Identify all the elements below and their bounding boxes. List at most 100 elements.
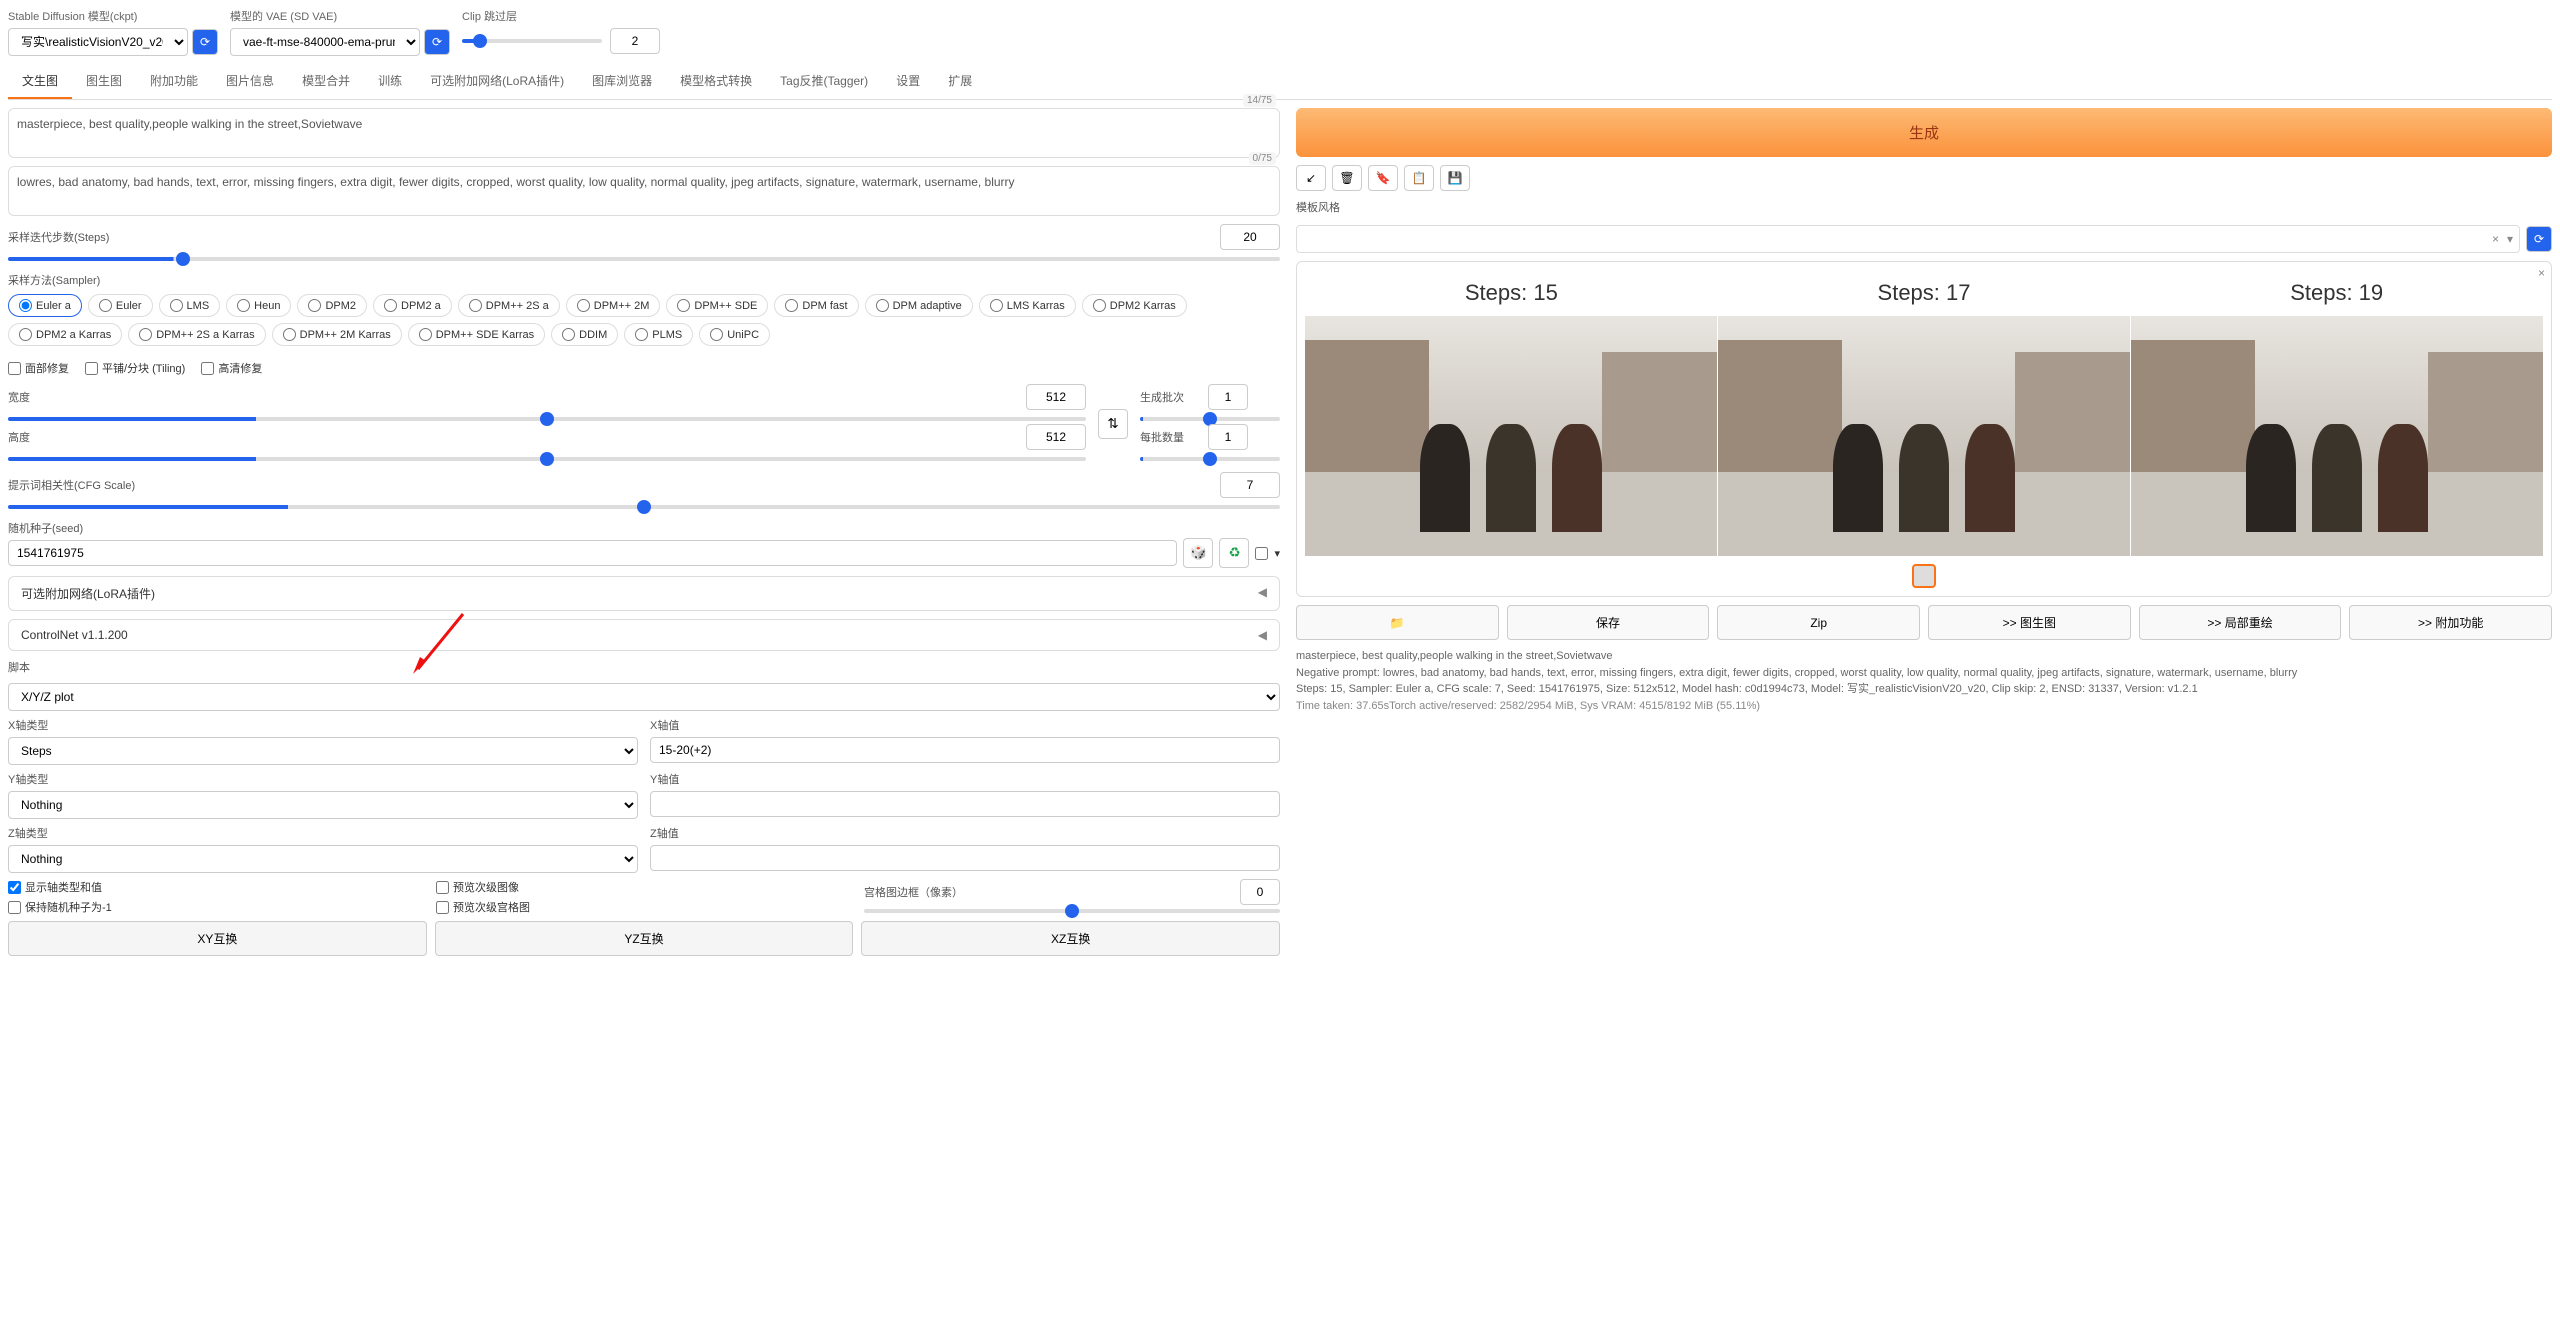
batch-count-slider[interactable] (1140, 417, 1280, 421)
margin-slider[interactable] (864, 909, 1280, 913)
refresh-vae-icon[interactable]: ⟳ (424, 29, 450, 55)
width-slider[interactable] (8, 417, 1086, 421)
width-value[interactable] (1026, 384, 1086, 410)
tab-lora[interactable]: 可选附加网络(LoRA插件) (416, 64, 578, 99)
sampler-lmskarras[interactable]: LMS Karras (979, 294, 1076, 317)
output-grid-image[interactable]: Steps: 15 Steps: 17 Steps: 19 (1305, 270, 2543, 556)
tab-tagger[interactable]: Tag反推(Tagger) (766, 64, 882, 99)
swap-dims-button[interactable]: ⇅ (1098, 409, 1128, 439)
steps-slider[interactable] (8, 257, 1280, 261)
sampler-lms[interactable]: LMS (159, 294, 221, 317)
z-type-select[interactable]: Nothing (8, 845, 638, 873)
generate-button[interactable]: 生成 (1296, 108, 2552, 157)
sampler-dpmpp2mkarras[interactable]: DPM++ 2M Karras (272, 323, 402, 346)
sampler-dpm2akarras[interactable]: DPM2 a Karras (8, 323, 122, 346)
refresh-ckpt-icon[interactable]: ⟳ (192, 29, 218, 55)
preview-sub-check[interactable]: 预览次级图像 (436, 879, 852, 895)
steps-value[interactable] (1220, 224, 1280, 250)
sampler-unipc[interactable]: UniPC (699, 323, 770, 346)
tab-extensions[interactable]: 扩展 (934, 64, 986, 99)
extra-seed-check[interactable] (1255, 547, 1268, 560)
positive-prompt[interactable]: masterpiece, best quality,people walking… (8, 108, 1280, 158)
controlnet-accordion[interactable]: ControlNet v1.1.200◀ (8, 619, 1280, 651)
close-icon[interactable]: × (2538, 266, 2545, 280)
main-tabs: 文生图 图生图 附加功能 图片信息 模型合并 训练 可选附加网络(LoRA插件)… (8, 64, 2552, 100)
batch-size-slider[interactable] (1140, 457, 1280, 461)
height-value[interactable] (1026, 424, 1086, 450)
cfg-slider[interactable] (8, 505, 1280, 509)
x-val-input[interactable] (650, 737, 1280, 763)
clipboard-icon[interactable]: 📋 (1404, 165, 1434, 191)
hires-check[interactable]: 高清修复 (201, 360, 262, 376)
preview-grid-check[interactable]: 预览次级宫格图 (436, 899, 852, 915)
clip-value[interactable] (610, 28, 660, 54)
sampler-dpmppsde[interactable]: DPM++ SDE (666, 294, 768, 317)
folder-button[interactable]: 📁 (1296, 605, 1499, 640)
save-icon[interactable]: 💾 (1440, 165, 1470, 191)
dice-icon[interactable]: 🎲 (1183, 538, 1213, 568)
x-type-select[interactable]: Steps (8, 737, 638, 765)
sampler-dpmpp2sakarras[interactable]: DPM++ 2S a Karras (128, 323, 265, 346)
show-labels-check[interactable]: 显示轴类型和值 (8, 879, 424, 895)
clip-slider[interactable] (462, 39, 602, 43)
sampler-dpmpp2m[interactable]: DPM++ 2M (566, 294, 661, 317)
sampler-dpmpp2sa[interactable]: DPM++ 2S a (458, 294, 560, 317)
keep-seed-check[interactable]: 保持随机种子为-1 (8, 899, 424, 915)
tab-extras[interactable]: 附加功能 (136, 64, 212, 99)
batch-size-value[interactable] (1208, 424, 1248, 450)
ckpt-select[interactable]: 写实\realisticVisionV20_v20.safetensors [c… (8, 28, 188, 56)
sampler-heun[interactable]: Heun (226, 294, 291, 317)
sampler-dpmadaptive[interactable]: DPM adaptive (865, 294, 973, 317)
swap-xz-button[interactable]: XZ互换 (861, 921, 1280, 956)
output-thumbnail[interactable] (1912, 564, 1936, 588)
face-restore-check[interactable]: 面部修复 (8, 360, 69, 376)
margin-value[interactable] (1240, 879, 1280, 905)
seed-input[interactable] (8, 540, 1177, 566)
sampler-plms[interactable]: PLMS (624, 323, 693, 346)
tab-gallery[interactable]: 图库浏览器 (578, 64, 666, 99)
sampler-euler[interactable]: Euler (88, 294, 153, 317)
tab-merge[interactable]: 模型合并 (288, 64, 364, 99)
tiling-check[interactable]: 平铺/分块 (Tiling) (85, 360, 185, 376)
y-type-select[interactable]: Nothing (8, 791, 638, 819)
tab-train[interactable]: 训练 (364, 64, 416, 99)
bookmark-icon[interactable]: 🔖 (1368, 165, 1398, 191)
recycle-icon[interactable]: ♻ (1219, 538, 1249, 568)
sampler-euler-a[interactable]: Euler a (8, 294, 82, 317)
chevron-left-icon: ◀ (1258, 585, 1267, 602)
swap-xy-button[interactable]: XY互换 (8, 921, 427, 956)
style-label: 模板风格 (1296, 199, 2552, 215)
tab-img2img[interactable]: 图生图 (72, 64, 136, 99)
z-val-input[interactable] (650, 845, 1280, 871)
send-inpaint-button[interactable]: >> 局部重绘 (2139, 605, 2342, 640)
zip-button[interactable]: Zip (1717, 605, 1920, 640)
refresh-style-icon[interactable]: ⟳ (2526, 226, 2552, 252)
y-val-input[interactable] (650, 791, 1280, 817)
vae-select[interactable]: vae-ft-mse-840000-ema-pruned.safetensors (230, 28, 420, 56)
sampler-ddim[interactable]: DDIM (551, 323, 618, 346)
tab-convert[interactable]: 模型格式转换 (666, 64, 766, 99)
tab-txt2img[interactable]: 文生图 (8, 64, 72, 99)
tab-pnginfo[interactable]: 图片信息 (212, 64, 288, 99)
swap-yz-button[interactable]: YZ互换 (435, 921, 854, 956)
send-img2img-button[interactable]: >> 图生图 (1928, 605, 2131, 640)
lora-accordion[interactable]: 可选附加网络(LoRA插件)◀ (8, 576, 1280, 611)
batch-count-value[interactable] (1208, 384, 1248, 410)
sampler-dpmfast[interactable]: DPM fast (774, 294, 858, 317)
send-extras-button[interactable]: >> 附加功能 (2349, 605, 2552, 640)
cfg-value[interactable] (1220, 472, 1280, 498)
tab-settings[interactable]: 设置 (882, 64, 934, 99)
trash-icon[interactable]: 🗑 (1332, 165, 1362, 191)
style-select[interactable]: ×▾ (1296, 225, 2520, 253)
sampler-dpm2a[interactable]: DPM2 a (373, 294, 452, 317)
sampler-dpm2karras[interactable]: DPM2 Karras (1082, 294, 1187, 317)
sampler-dpm2[interactable]: DPM2 (297, 294, 367, 317)
negative-prompt[interactable]: lowres, bad anatomy, bad hands, text, er… (8, 166, 1280, 216)
height-slider[interactable] (8, 457, 1086, 461)
script-select[interactable]: X/Y/Z plot (8, 683, 1280, 711)
arrow-icon[interactable]: ↙ (1296, 165, 1326, 191)
save-button[interactable]: 保存 (1507, 605, 1710, 640)
sampler-dpmppsdekarras[interactable]: DPM++ SDE Karras (408, 323, 545, 346)
clear-icon[interactable]: × (2492, 232, 2499, 246)
cfg-label: 提示词相关性(CFG Scale) (8, 477, 135, 493)
